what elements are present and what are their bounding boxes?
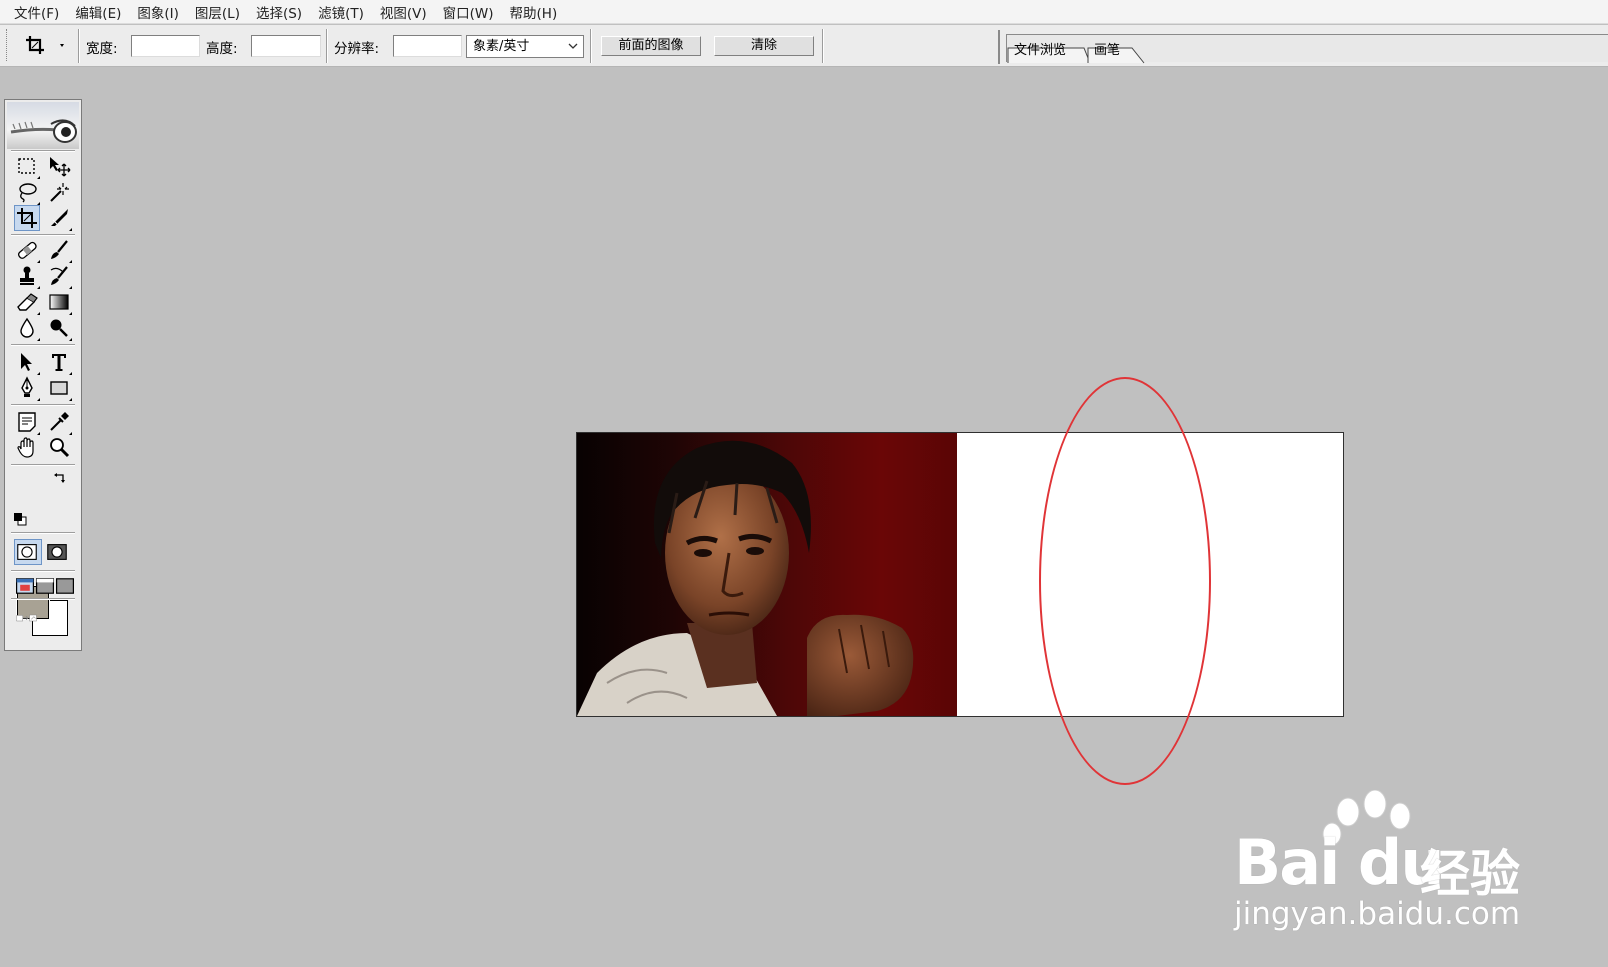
- menu-image[interactable]: 图象(I): [129, 2, 187, 22]
- eyedropper-tool[interactable]: [47, 410, 72, 435]
- eye-feather-logo-icon: [10, 119, 77, 143]
- hand-tool[interactable]: [15, 436, 39, 460]
- gradient-icon: [49, 294, 69, 310]
- options-bar: 宽度: 高度: 分辨率: 象素/英寸 前面的图像 清除 文件浏览 画笔: [0, 25, 1608, 67]
- menu-bar: 文件(F) 编辑(E) 图象(I) 图层(L) 选择(S) 滤镜(T) 视图(V…: [0, 0, 1608, 24]
- blur-tool[interactable]: [15, 316, 40, 341]
- slice-icon: [51, 209, 68, 226]
- menu-layer[interactable]: 图层(L): [187, 2, 248, 22]
- note-icon: [18, 412, 36, 432]
- drop-icon: [20, 317, 34, 338]
- lasso-icon: [19, 183, 37, 203]
- standard-mode-button[interactable]: [14, 539, 42, 565]
- menu-select[interactable]: 选择(S): [248, 2, 310, 22]
- jump-to-imageready-button[interactable]: [15, 606, 71, 628]
- type-icon: [52, 354, 66, 371]
- highlight-ellipse: [1039, 377, 1211, 785]
- rectangular-marquee-tool[interactable]: [15, 154, 40, 179]
- zoom-tool[interactable]: [47, 436, 71, 460]
- path-selection-tool[interactable]: [15, 350, 40, 375]
- watermark-logo-text: Bai du: [1234, 826, 1444, 899]
- height-label: 高度:: [206, 41, 238, 57]
- pen-tool[interactable]: [15, 376, 40, 401]
- full-screen-icon: [56, 578, 74, 594]
- menu-edit[interactable]: 编辑(E): [67, 2, 129, 22]
- magic-wand-icon: [50, 183, 69, 202]
- swap-colors-icon[interactable]: [53, 472, 67, 486]
- quick-mask-icon: [47, 544, 67, 560]
- dropdown-arrow-icon: [60, 44, 64, 47]
- tab-brushes[interactable]: 画笔: [1090, 43, 1120, 60]
- dodge-tool[interactable]: [47, 316, 72, 341]
- full-screen-menu-mode-button[interactable]: [33, 574, 54, 594]
- notes-tool[interactable]: [15, 410, 40, 435]
- eyedropper-icon: [50, 412, 69, 431]
- slice-tool[interactable]: [47, 206, 72, 231]
- crop-icon: [26, 36, 64, 54]
- tool-preset-picker[interactable]: [24, 33, 68, 59]
- document-canvas[interactable]: [576, 432, 1344, 717]
- menu-help[interactable]: 帮助(H): [502, 2, 566, 22]
- clear-button[interactable]: 清除: [714, 36, 814, 56]
- history-brush-icon: [50, 266, 68, 285]
- baidu-jingyan-watermark: Bai du 经验 jingyan.baidu.com: [1220, 790, 1540, 940]
- magic-wand-tool[interactable]: [47, 180, 71, 204]
- history-brush-tool[interactable]: [47, 264, 72, 289]
- tab-file-browser[interactable]: 文件浏览: [1010, 43, 1066, 60]
- front-image-button[interactable]: 前面的图像: [601, 36, 701, 56]
- rectangle-shape-tool[interactable]: [47, 376, 72, 401]
- quick-mask-mode-button[interactable]: [45, 540, 71, 564]
- pen-icon: [21, 376, 33, 397]
- width-label: 宽度:: [86, 41, 118, 57]
- resolution-unit-select[interactable]: 象素/英寸: [466, 35, 584, 58]
- separator: [590, 29, 592, 63]
- gradient-tool[interactable]: [47, 290, 72, 315]
- crop-icon: [17, 208, 37, 228]
- menu-filter[interactable]: 滤镜(T): [310, 2, 372, 22]
- resolution-input[interactable]: [393, 35, 462, 57]
- brush-icon: [51, 240, 68, 259]
- height-input[interactable]: [251, 35, 321, 57]
- resolution-label: 分辨率:: [334, 41, 380, 57]
- jump-to-imageready-icon: [16, 614, 37, 622]
- arrow-cursor-icon: [21, 353, 32, 371]
- stamp-icon: [20, 266, 34, 285]
- standard-mode-icon: [17, 544, 37, 560]
- clone-stamp-tool[interactable]: [15, 264, 40, 289]
- healing-brush-tool[interactable]: [15, 238, 40, 263]
- portrait-photo: [577, 433, 957, 716]
- full-screen-mode-button[interactable]: [53, 574, 74, 594]
- options-bar-grip[interactable]: [6, 29, 9, 61]
- toolbox-header-logo[interactable]: [7, 102, 79, 149]
- chevron-down-icon: [568, 43, 578, 49]
- separator: [78, 29, 80, 63]
- watermark-url: jingyan.baidu.com: [1234, 896, 1521, 932]
- crop-tool[interactable]: [14, 205, 40, 231]
- dodge-icon: [50, 319, 68, 337]
- width-input[interactable]: [131, 35, 200, 57]
- rectangular-marquee-icon: [18, 158, 35, 174]
- hand-icon: [17, 437, 34, 458]
- rectangle-shape-icon: [50, 381, 68, 395]
- menu-file[interactable]: 文件(F): [6, 2, 67, 22]
- menu-view[interactable]: 视图(V): [372, 2, 435, 22]
- separator: [822, 29, 824, 63]
- lasso-tool[interactable]: [15, 180, 40, 205]
- move-icon: [50, 157, 71, 177]
- type-tool[interactable]: [47, 350, 72, 375]
- move-tool[interactable]: [47, 154, 71, 178]
- toolbox: [4, 99, 82, 651]
- palette-well: 文件浏览 画笔: [998, 30, 1608, 64]
- menu-window[interactable]: 窗口(W): [435, 2, 502, 22]
- bandage-icon: [17, 241, 37, 259]
- eraser-icon: [17, 293, 38, 311]
- eraser-tool[interactable]: [15, 290, 40, 315]
- separator: [326, 29, 328, 63]
- default-colors-icon[interactable]: [13, 512, 27, 526]
- brush-tool[interactable]: [47, 238, 72, 263]
- magnifier-icon: [50, 438, 70, 458]
- resolution-unit-value: 象素/英寸: [473, 39, 530, 54]
- portrait-illustration: [577, 440, 914, 716]
- standard-screen-mode-button[interactable]: [13, 574, 34, 594]
